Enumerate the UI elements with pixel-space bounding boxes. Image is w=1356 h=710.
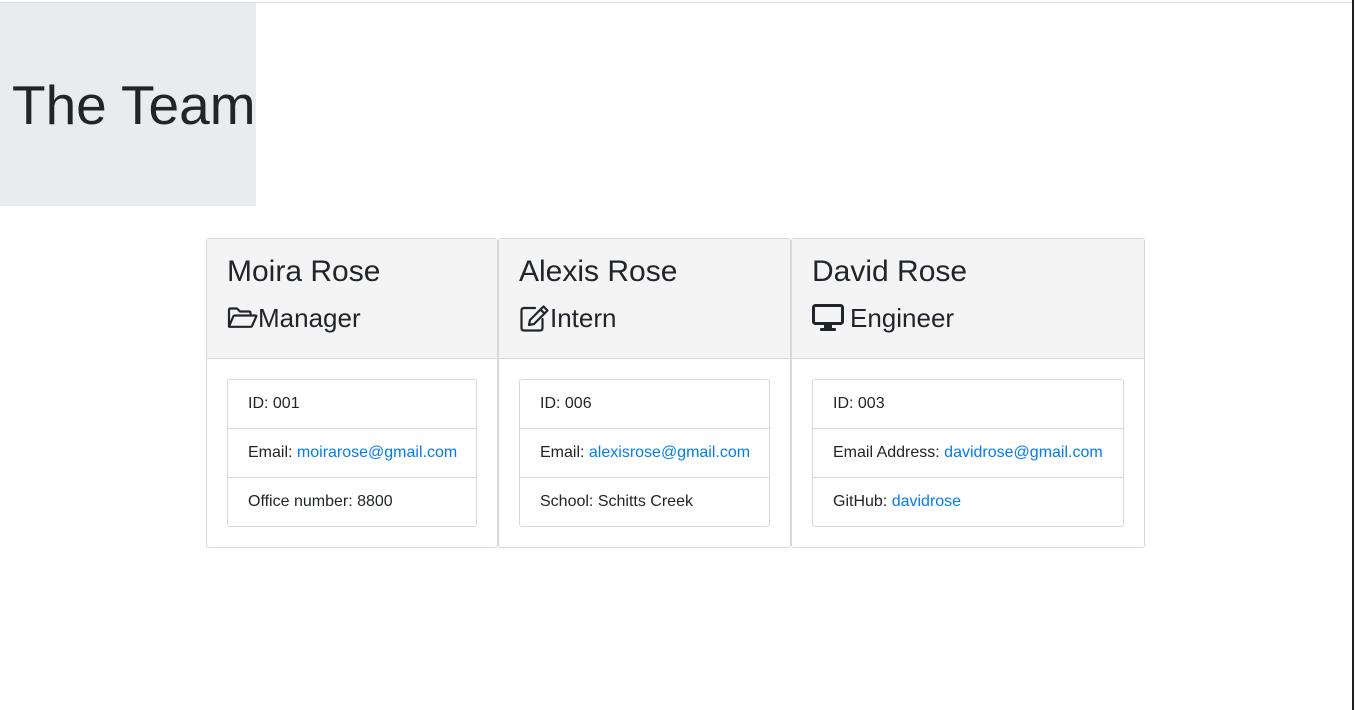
email-link[interactable]: moirarose@gmail.com (297, 444, 457, 461)
list-item-id: ID: 003 (813, 380, 1123, 428)
email-link[interactable]: davidrose@gmail.com (944, 444, 1103, 461)
card-header: Alexis Rose Intern (499, 239, 790, 359)
list-item-id: ID: 006 (520, 380, 769, 428)
email-label: Email: (540, 444, 585, 461)
desktop-icon (812, 304, 844, 332)
list-item-school: School: Schitts Creek (520, 477, 769, 526)
details-list: ID: 001 Email: moirarose@gmail.com Offic… (227, 379, 477, 527)
employee-role-label: Intern (550, 303, 617, 333)
details-list: ID: 003 Email Address: davidrose@gmail.c… (812, 379, 1124, 527)
id-text: ID: 001 (248, 395, 300, 412)
list-item-id: ID: 001 (228, 380, 476, 428)
employee-name: Alexis Rose (519, 255, 678, 288)
employee-name: David Rose (812, 255, 968, 288)
details-list: ID: 006 Email: alexisrose@gmail.com Scho… (519, 379, 770, 527)
employee-role-label: Manager (258, 303, 361, 333)
window-edge (1352, 0, 1354, 710)
github-label: GitHub: (833, 493, 888, 510)
folder-open-icon (227, 306, 258, 330)
page-title: The Team (12, 74, 256, 136)
office-label: Office number: (248, 493, 353, 510)
school-label: School: (540, 493, 594, 510)
employee-role: Intern (519, 301, 770, 335)
list-item-email: Email: moirarose@gmail.com (228, 428, 476, 477)
list-item-email: Email Address: davidrose@gmail.com (813, 428, 1123, 477)
employee-card-engineer: David Rose Engineer ID: 003 Email Addres… (791, 238, 1145, 548)
id-text: ID: 006 (540, 395, 592, 412)
team-cards: Moira Rose Manager ID: 001 Email: moirar… (206, 238, 1145, 548)
page-header: The Team (0, 3, 256, 206)
email-link[interactable]: alexisrose@gmail.com (589, 444, 750, 461)
email-label: Email Address: (833, 444, 940, 461)
employee-role-label: Engineer (850, 303, 955, 333)
office-number: 8800 (357, 493, 393, 510)
edit-icon (519, 304, 550, 332)
employee-card-intern: Alexis Rose Intern ID: 006 Email: alexis… (498, 238, 791, 548)
list-item-office: Office number: 8800 (228, 477, 476, 526)
employee-role: Manager (227, 301, 477, 335)
employee-card-manager: Moira Rose Manager ID: 001 Email: moirar… (206, 238, 498, 548)
email-label: Email: (248, 444, 293, 461)
list-item-github: GitHub: davidrose (813, 477, 1123, 526)
card-body: ID: 006 Email: alexisrose@gmail.com Scho… (499, 359, 790, 547)
card-header: David Rose Engineer (792, 239, 1144, 359)
card-body: ID: 001 Email: moirarose@gmail.com Offic… (207, 359, 497, 547)
school-name: Schitts Creek (597, 493, 693, 510)
list-item-email: Email: alexisrose@gmail.com (520, 428, 769, 477)
card-body: ID: 003 Email Address: davidrose@gmail.c… (792, 359, 1144, 547)
employee-role: Engineer (812, 301, 1124, 335)
github-link[interactable]: davidrose (892, 493, 961, 510)
employee-name: Moira Rose (227, 255, 381, 288)
id-text: ID: 003 (833, 395, 885, 412)
card-header: Moira Rose Manager (207, 239, 497, 359)
